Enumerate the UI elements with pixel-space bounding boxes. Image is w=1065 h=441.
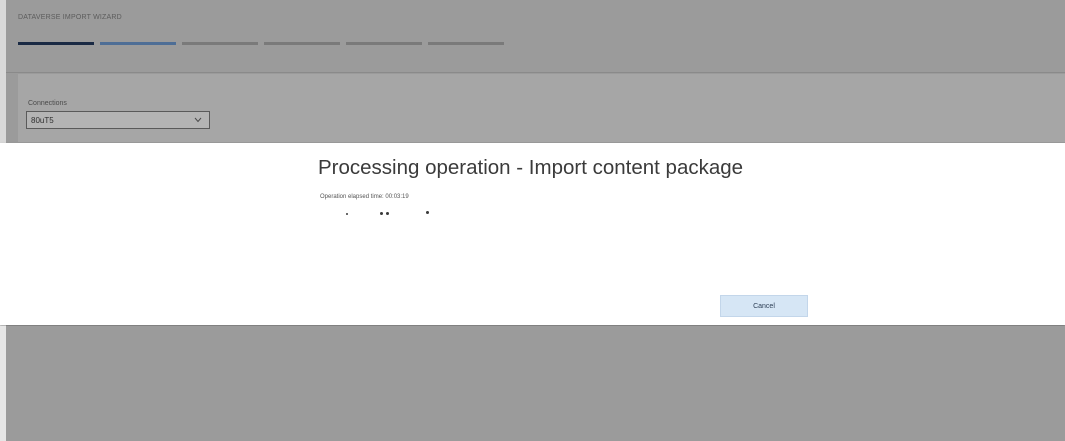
wizard-step-5 [346, 42, 422, 45]
header-divider [6, 72, 1065, 73]
progress-dot [426, 211, 429, 214]
wizard-step-2 [100, 42, 176, 45]
connection-select-value: 80uT5 [31, 115, 54, 125]
connection-select[interactable]: 80uT5 [26, 111, 210, 129]
processing-dialog: Processing operation - Import content pa… [0, 143, 1065, 325]
app-window: DATAVERSE IMPORT WIZARD Connections 80uT… [0, 0, 1065, 441]
elapsed-time: Operation elapsed time: 00:03:19 [320, 194, 409, 200]
progress-dot [346, 213, 348, 215]
bottom-panel [6, 326, 1065, 441]
progress-dots-icon [344, 207, 444, 219]
progress-dot [386, 212, 389, 215]
progress-dot [380, 212, 383, 215]
wizard-title: DATAVERSE IMPORT WIZARD [18, 14, 122, 21]
connection-label: Connections [28, 100, 67, 107]
wizard-step-4 [264, 42, 340, 45]
dialog-title: Processing operation - Import content pa… [318, 156, 744, 179]
wizard-step-1 [18, 42, 94, 45]
chevron-down-icon [193, 115, 203, 125]
wizard-steps [18, 42, 504, 45]
wizard-step-6 [428, 42, 504, 45]
content-panel [18, 74, 1065, 142]
wizard-step-3 [182, 42, 258, 45]
cancel-button[interactable]: Cancel [720, 295, 808, 317]
